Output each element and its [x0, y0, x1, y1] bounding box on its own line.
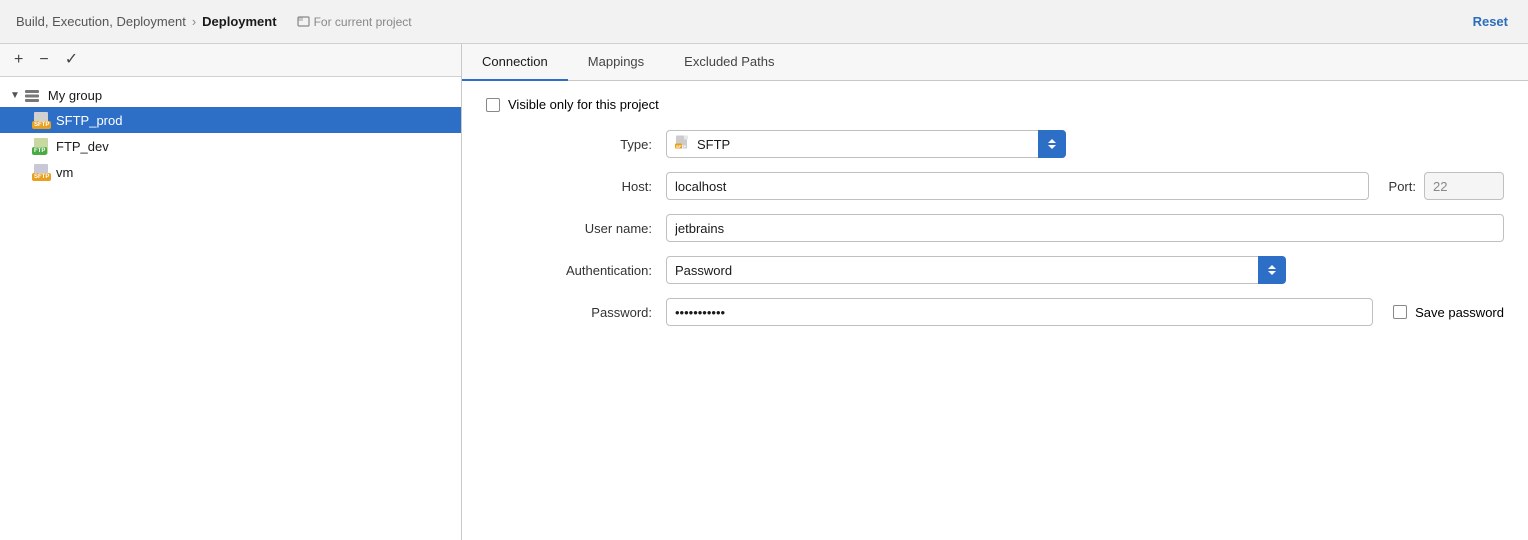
type-label: Type:	[486, 137, 666, 152]
tree-item-label: FTP_dev	[56, 139, 109, 154]
remove-button[interactable]: −	[35, 50, 52, 70]
type-row: Type: SFTP SFTP FTP	[486, 130, 1504, 158]
type-select-wrapper: SFTP SFTP FTP Local or mounted folder	[666, 130, 1066, 158]
visible-only-row: Visible only for this project	[486, 97, 1504, 112]
breadcrumb-project: For current project	[297, 15, 412, 29]
tree-item-label: vm	[56, 165, 73, 180]
tree-item-vm[interactable]: SFTP vm	[0, 159, 461, 185]
project-label: For current project	[314, 15, 412, 29]
tree-item-label: SFTP_prod	[56, 113, 122, 128]
port-input[interactable]	[1424, 172, 1504, 200]
breadcrumb-separator: ›	[192, 14, 196, 29]
type-select[interactable]: SFTP FTP Local or mounted folder	[666, 130, 1066, 158]
tree: ▼ My group	[0, 77, 461, 540]
server-stack-icon	[24, 87, 40, 103]
save-password-checkbox[interactable]	[1393, 305, 1407, 319]
tab-excluded-paths[interactable]: Excluded Paths	[664, 44, 794, 81]
auth-select[interactable]: Password Key pair (OpenSSH or PuTTY) Ope…	[666, 256, 1286, 284]
host-row: Host: Port:	[486, 172, 1504, 200]
tree-item-sftp-prod[interactable]: SFTP SFTP_prod	[0, 107, 461, 133]
right-panel: Connection Mappings Excluded Paths Visib…	[462, 44, 1528, 540]
check-button[interactable]: ✓	[61, 50, 82, 70]
username-label: User name:	[486, 221, 666, 236]
vm-icon: SFTP	[32, 163, 50, 181]
spinner-down-icon	[1048, 145, 1056, 149]
expand-icon: ▼	[10, 90, 20, 101]
main-content: + − ✓ ▼ My group	[0, 44, 1528, 540]
reset-button[interactable]: Reset	[1473, 14, 1508, 29]
tabs: Connection Mappings Excluded Paths	[462, 44, 1528, 81]
host-label: Host:	[486, 179, 666, 194]
breadcrumb-parent: Build, Execution, Deployment	[16, 14, 186, 29]
tab-mappings[interactable]: Mappings	[568, 44, 664, 81]
auth-row: Authentication: Password Key pair (OpenS…	[486, 256, 1504, 284]
left-panel: + − ✓ ▼ My group	[0, 44, 462, 540]
save-password-wrapper: Save password	[1393, 305, 1504, 320]
tree-group: ▼ My group	[0, 81, 461, 187]
sftp-prod-icon: SFTP	[32, 111, 50, 129]
save-password-label: Save password	[1415, 305, 1504, 320]
toolbar: + − ✓	[0, 44, 461, 77]
auth-spinner-down-icon	[1268, 271, 1276, 275]
username-row: User name:	[486, 214, 1504, 242]
auth-spinner-up-icon	[1268, 265, 1276, 269]
auth-select-wrapper: Password Key pair (OpenSSH or PuTTY) Ope…	[666, 256, 1286, 284]
add-button[interactable]: +	[10, 50, 27, 70]
password-label: Password:	[486, 305, 666, 320]
type-spinner[interactable]	[1038, 130, 1066, 158]
password-row: Password: Save password	[486, 298, 1504, 326]
auth-spinner[interactable]	[1258, 256, 1286, 284]
visible-only-label: Visible only for this project	[508, 97, 659, 112]
project-icon	[297, 15, 310, 28]
port-label: Port:	[1389, 179, 1416, 194]
visible-only-checkbox[interactable]	[486, 98, 500, 112]
group-label: My group	[48, 88, 102, 103]
username-input[interactable]	[666, 214, 1504, 242]
breadcrumb-current: Deployment	[202, 14, 276, 29]
tree-item-ftp-dev[interactable]: FTP FTP_dev	[0, 133, 461, 159]
spinner-up-icon	[1048, 139, 1056, 143]
ftp-dev-icon: FTP	[32, 137, 50, 155]
password-input[interactable]	[666, 298, 1373, 326]
header: Build, Execution, Deployment › Deploymen…	[0, 0, 1528, 44]
auth-label: Authentication:	[486, 263, 666, 278]
host-input[interactable]	[666, 172, 1369, 200]
form-area: Visible only for this project Type: SFTP	[462, 81, 1528, 540]
breadcrumb: Build, Execution, Deployment › Deploymen…	[16, 14, 277, 29]
tree-group-header[interactable]: ▼ My group	[0, 83, 461, 107]
tab-connection[interactable]: Connection	[462, 44, 568, 81]
